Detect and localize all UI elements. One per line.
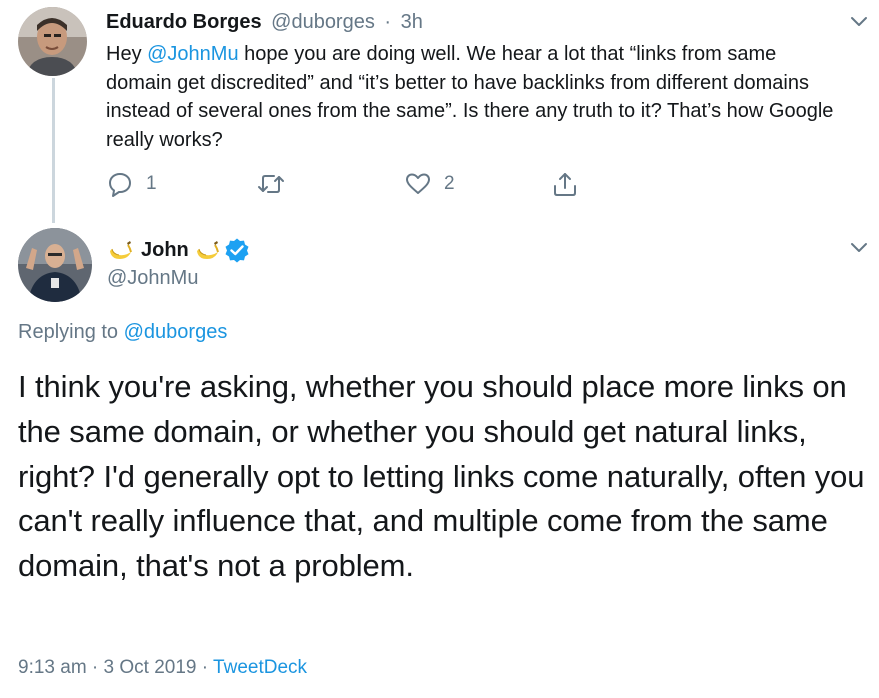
replying-to-link[interactable]: @duborges bbox=[124, 321, 228, 343]
tweet1-text-prefix: Hey bbox=[106, 43, 148, 65]
tweet2-time[interactable]: 9:13 am bbox=[18, 657, 87, 678]
tweet2-author-name[interactable]: John bbox=[141, 236, 189, 264]
share-button[interactable] bbox=[552, 171, 578, 197]
tweet2-meta: 9:13 am · 3 Oct 2019 · TweetDeck bbox=[18, 654, 307, 682]
tweet2-more-button[interactable] bbox=[848, 236, 870, 258]
tweet1-author-name[interactable]: Eduardo Borges bbox=[106, 11, 262, 33]
tweet1-separator: · bbox=[384, 11, 392, 33]
tweet2-author-name-row[interactable]: John bbox=[107, 236, 250, 264]
retweet-button[interactable] bbox=[257, 171, 285, 197]
tweet2-source[interactable]: TweetDeck bbox=[213, 657, 307, 678]
tweet1-more-button[interactable] bbox=[848, 10, 870, 32]
tweet1-text: Hey @JohnMu hope you are doing well. We … bbox=[106, 40, 846, 154]
like-button[interactable]: 2 bbox=[405, 171, 455, 197]
tweet2-date[interactable]: 3 Oct 2019 bbox=[104, 657, 197, 678]
avatar-image bbox=[18, 228, 92, 302]
tweet2-date-separator: · bbox=[86, 657, 104, 678]
reply-button[interactable]: 1 bbox=[107, 171, 157, 197]
banana-emoji-icon bbox=[196, 241, 219, 259]
tweet1-time[interactable]: 3h bbox=[401, 11, 423, 33]
verified-badge-icon bbox=[225, 238, 249, 263]
reply-icon bbox=[109, 173, 131, 197]
tweet2-text: I think you're asking, whether you shoul… bbox=[18, 369, 865, 584]
tweet1-author-handle[interactable]: @duborges bbox=[271, 11, 375, 33]
retweet-icon bbox=[258, 175, 284, 193]
like-count: 2 bbox=[444, 173, 455, 194]
chevron-down-icon bbox=[851, 17, 867, 26]
avatar-john[interactable] bbox=[18, 228, 92, 302]
reply-count: 1 bbox=[146, 173, 157, 194]
chevron-down-icon bbox=[851, 243, 867, 252]
tweet1-mention[interactable]: @JohnMu bbox=[147, 43, 238, 65]
share-icon bbox=[554, 173, 576, 196]
tweet2-author-handle[interactable]: @JohnMu bbox=[107, 265, 198, 291]
avatar-image bbox=[18, 7, 87, 76]
tweet2-source-separator: · bbox=[196, 657, 214, 678]
avatar-eduardo[interactable] bbox=[18, 7, 87, 76]
replying-to: Replying to @duborges bbox=[18, 318, 227, 346]
tweet1-header: Eduardo Borges @duborges · 3h bbox=[106, 9, 423, 35]
thread-line bbox=[52, 78, 55, 223]
banana-emoji-icon bbox=[110, 241, 132, 259]
heart-icon bbox=[406, 173, 430, 194]
replying-to-label: Replying to bbox=[18, 321, 124, 343]
